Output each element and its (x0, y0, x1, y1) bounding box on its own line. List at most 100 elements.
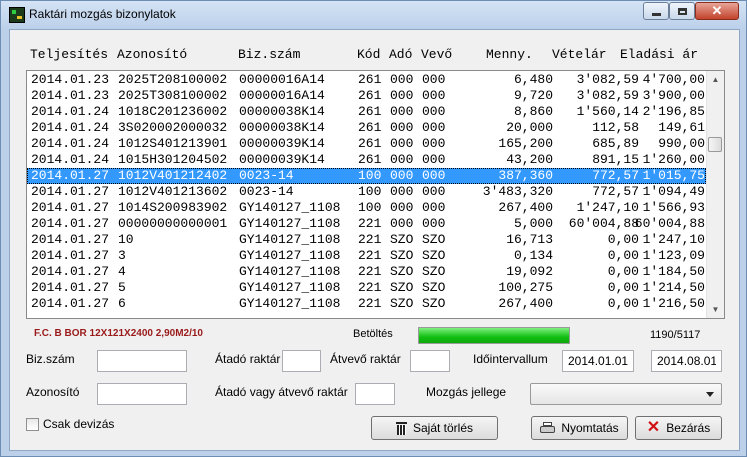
table-cell: 000 (422, 200, 446, 215)
table-cell: 221 (358, 280, 382, 295)
table-cell: SZO (390, 232, 414, 247)
column-header[interactable]: Kód (357, 47, 380, 62)
column-header[interactable]: Azonosító (117, 47, 187, 62)
table-cell: 10 (118, 232, 134, 247)
table-cell: 1'123,09 (642, 248, 705, 263)
table-row[interactable]: 2014.01.27 10 GY140127_1108 221 SZO SZO 16,713… (27, 232, 706, 248)
date-to-input[interactable] (651, 350, 722, 372)
table-cell: SZO (422, 280, 446, 295)
print-button[interactable]: Nyomtatás (531, 416, 628, 440)
column-header[interactable]: Vevő (421, 47, 452, 62)
table-cell: 261 (358, 88, 382, 103)
table-row[interactable]: 2014.01.27 00000000000001 GY140127_1108 221… (27, 216, 706, 232)
table-row[interactable]: 2014.01.23 2025T308100002 00000016A14 261 00… (27, 88, 706, 104)
bezaras-button[interactable]: ✕ Bezárás (635, 416, 722, 440)
table-cell: 1012V401213602 (118, 184, 228, 199)
table-cell: 100 (358, 200, 382, 215)
table-cell: 221 (358, 296, 382, 311)
table-row[interactable]: 2014.01.23 2025T208100002 00000016A14 261 00… (27, 72, 706, 88)
table-row[interactable]: 2014.01.27 4 GY140127_1108 221 SZO SZO 19,092 0… (27, 264, 706, 280)
table-row[interactable]: 2014.01.24 3S020002000032 00000038K14 261 00… (27, 120, 706, 136)
vertical-scrollbar[interactable]: ▲ ▼ (706, 71, 724, 318)
column-header[interactable]: Adó (389, 47, 412, 62)
table-row[interactable]: 2014.01.24 1015H301204502 00000039K14 261 00… (27, 152, 706, 168)
close-icon: ✕ (711, 3, 723, 18)
table-cell: 000 (390, 72, 414, 87)
table-cell: GY140127_1108 (239, 200, 341, 215)
maximize-button[interactable] (669, 2, 695, 20)
window-title: Raktári mozgás bizonylatok (29, 7, 176, 21)
table-cell: 1018C201236002 (118, 104, 228, 119)
table-row-selected[interactable]: 2014.01.27 1012V401212402 0023-14 100 000 000… (27, 168, 706, 184)
table-cell: 000 (422, 184, 446, 199)
table-row[interactable]: 2014.01.27 1012V401213602 0023-14 100 000 000… (27, 184, 706, 200)
table-cell: 00000038K14 (239, 120, 325, 135)
table-cell: 221 (358, 248, 382, 263)
table-cell: 1'260,00 (642, 152, 705, 167)
atvevo-raktar-input[interactable] (410, 350, 450, 372)
minimize-icon (651, 12, 661, 16)
close-button[interactable]: ✕ (695, 2, 739, 20)
table-cell: 2014.01.23 (31, 72, 110, 87)
table-cell: 387,360 (498, 168, 553, 183)
client-area: Teljesítés Azonosító Biz.szám Kód Adó Vevő Men… (9, 29, 740, 451)
csak-devizas-checkbox[interactable] (26, 418, 39, 431)
minimize-button[interactable] (643, 2, 669, 20)
table-cell: SZO (390, 264, 414, 279)
table-row[interactable]: 2014.01.24 1018C201236002 00000038K14 261 00… (27, 104, 706, 120)
table-cell: 000 (422, 88, 446, 103)
table-cell: 267,400 (498, 296, 553, 311)
column-header[interactable]: Eladási ár (620, 47, 698, 62)
table-cell: 2014.01.27 (31, 184, 110, 199)
maximize-icon (677, 7, 687, 15)
biz-szam-input[interactable] (97, 350, 187, 372)
table-cell: 261 (358, 104, 382, 119)
table-cell: 0023-14 (239, 168, 294, 183)
sajat-torles-label: Saját törlés (412, 421, 474, 435)
table-cell: 261 (358, 152, 382, 167)
table-cell: 5,000 (513, 216, 553, 231)
column-header[interactable]: Teljesítés (30, 47, 108, 62)
date-from-input[interactable] (562, 350, 634, 372)
column-header[interactable]: Menny. (486, 47, 533, 62)
table-cell: 1014S200983902 (118, 200, 228, 215)
table-cell: 261 (358, 72, 382, 87)
table-cell: 2014.01.27 (31, 216, 110, 231)
table-cell: 261 (358, 136, 382, 151)
scroll-thumb[interactable] (708, 137, 722, 152)
atado-vagy-atvevo-input[interactable] (355, 383, 395, 405)
table-cell: 16,713 (506, 232, 553, 247)
sajat-torles-button[interactable]: Saját törlés (371, 416, 498, 440)
table-cell: 00000039K14 (239, 152, 325, 167)
bezaras-label: Bezárás (666, 421, 711, 435)
table-cell: 1'184,50 (642, 264, 705, 279)
mozgas-jellege-select[interactable] (530, 383, 722, 405)
scroll-up-icon[interactable]: ▲ (707, 71, 724, 88)
table-cell: GY140127_1108 (239, 232, 341, 247)
record-count: 1190/5117 (650, 329, 701, 341)
table-cell: 00000038K14 (239, 104, 325, 119)
table-row[interactable]: 2014.01.27 3 GY140127_1108 221 SZO SZO 0,134 0,… (27, 248, 706, 264)
title-bar[interactable]: Raktári mozgás bizonylatok ✕ (1, 1, 746, 28)
table-cell: 000 (422, 216, 446, 231)
table-cell: SZO (422, 296, 446, 311)
scroll-down-icon[interactable]: ▼ (707, 301, 724, 318)
table-cell: 2014.01.24 (31, 136, 110, 151)
azonosito-input[interactable] (97, 383, 187, 405)
column-header[interactable]: Vételár (552, 47, 607, 62)
table-row[interactable]: 2014.01.24 1012S401213901 00000039K14 261 00… (27, 136, 706, 152)
column-header[interactable]: Biz.szám (238, 47, 300, 62)
table-cell: 100,275 (498, 280, 553, 295)
table-cell: 3'900,00 (642, 88, 705, 103)
table-row[interactable]: 2014.01.27 6 GY140127_1108 221 SZO SZO 267,400… (27, 296, 706, 312)
app-icon (9, 7, 25, 23)
csak-devizas-label[interactable]: Csak devizás (43, 417, 114, 431)
main-window: Raktári mozgás bizonylatok ✕ Teljesítés A… (0, 0, 747, 457)
table-cell: GY140127_1108 (239, 296, 341, 311)
atado-raktar-input[interactable] (282, 350, 321, 372)
table-row[interactable]: 2014.01.27 5 GY140127_1108 221 SZO SZO 100,275… (27, 280, 706, 296)
table-row[interactable]: 2014.01.27 1014S200983902 GY140127_1108 100… (27, 200, 706, 216)
movements-list[interactable]: 2014.01.23 2025T208100002 00000016A14 261 00… (26, 70, 725, 319)
table-cell: 2014.01.27 (31, 280, 110, 295)
table-cell: 2025T208100002 (118, 72, 228, 87)
